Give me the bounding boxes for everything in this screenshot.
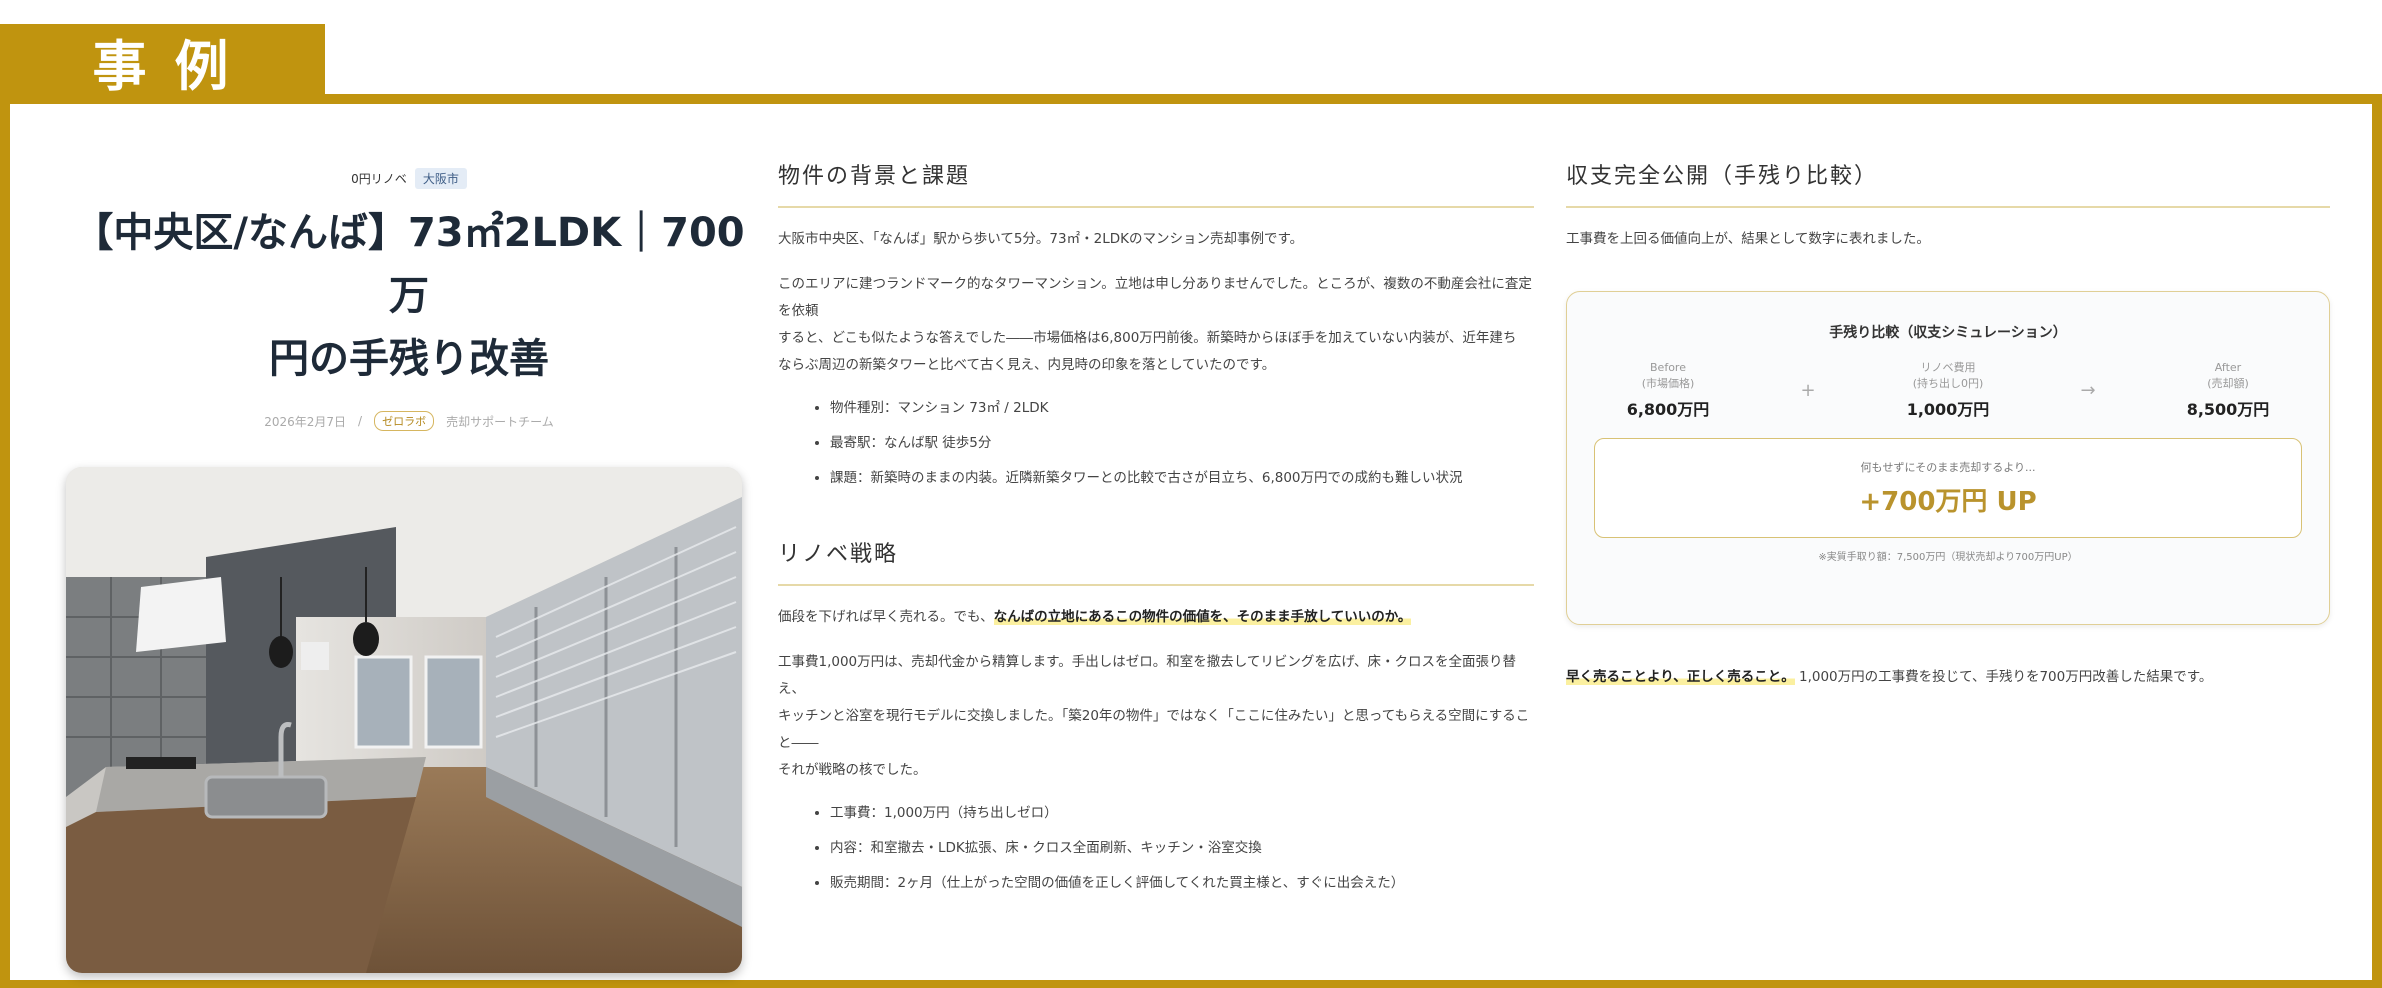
- tag-osaka[interactable]: 大阪市: [414, 167, 467, 189]
- brand-badge: ゼロラボ: [374, 411, 435, 431]
- highlight-text: 早く売ることより、正しく売ること。: [1566, 669, 1795, 685]
- footnote: ※実質手取り額：7,500万円（現状売却より700万円UP）: [1818, 552, 2078, 563]
- property-photo: [66, 467, 742, 973]
- section-title-financials: 収支完全公開（手残り比較）: [1566, 158, 2330, 208]
- article-header: 0円リノベ 大阪市 【中央区/なんば】73㎡2LDK｜700万 円の手残り改善 …: [66, 166, 752, 973]
- section-title-background: 物件の背景と課題: [778, 158, 1534, 208]
- tag-zero-reno[interactable]: 0円リノベ: [351, 170, 407, 187]
- background-and-strategy: 物件の背景と課題 大阪市中央区、「なんば」駅から歩いて5分。73㎡・2LDKのマ…: [778, 158, 1534, 901]
- publish-date: 2026年2月7日: [264, 414, 347, 429]
- after-price: After (売却額) 8,500万円: [2186, 361, 2270, 419]
- background-paragraph: このエリアに建つランドマーク的なタワーマンション。立地は申し分ありませんでした。…: [778, 276, 1532, 373]
- financial-disclosure: 収支完全公開（手残り比較） 工事費を上回る価値向上が、結果として数字に表れました…: [1566, 158, 2330, 685]
- title-line-1: 【中央区/なんば】73㎡2LDK｜700万: [73, 210, 745, 319]
- article-meta: 2026年2月7日 / ゼロラボ 売却サポートチーム: [66, 411, 752, 431]
- list-item: 内容：和室撤去・LDK拡張、床・クロス全面刷新、キッチン・浴室交換: [830, 831, 1534, 866]
- list-item: 最寄駅：なんば駅 徒歩5分: [830, 426, 1534, 461]
- result-box: 何もせずにそのまま売却するより... +700万円 UP: [1594, 438, 2302, 538]
- author: 売却サポートチーム: [446, 414, 554, 429]
- renovation-cost: リノベ費用 (持ち出し0円) 1,000万円: [1906, 361, 1990, 419]
- list-item: 販売期間：2ヶ月（仕上がった空間の価値を正しく評価してくれた買主様と、すぐに出会…: [830, 866, 1534, 901]
- result-caption: 何もせずにそのまま売却するより...: [1860, 461, 2036, 474]
- section-title-strategy: リノベ戦略: [778, 536, 1534, 586]
- conclusion: 早く売ることより、正しく売ること。 1,000万円の工事費を投じて、手残りを70…: [1566, 669, 2213, 685]
- list-item: 物件種別：マンション 73㎡ / 2LDK: [830, 391, 1534, 426]
- highlight-text: なんばの立地にあるこの物件の価値を、そのまま手放していいのか。: [993, 609, 1412, 625]
- article-title: 【中央区/なんば】73㎡2LDK｜700万 円の手残り改善: [66, 202, 752, 391]
- arrow-right-icon: →: [2080, 379, 2096, 401]
- interior-illustration: [66, 467, 742, 973]
- tag-list: 0円リノベ 大阪市: [66, 166, 752, 190]
- strategy-lead: 価段を下げれば早く売れる。でも、なんばの立地にあるこの物件の価値を、そのまま手放…: [778, 609, 1412, 625]
- meta-separator: /: [358, 414, 363, 428]
- financials-intro: 工事費を上回る価値向上が、結果として数字に表れました。: [1566, 231, 1930, 247]
- section-heading: 事例: [0, 24, 325, 98]
- price-flow: Before (市場価格) 6,800万円 + リノベ費用 (持ち出し0円) 1…: [1567, 360, 2329, 420]
- intro-paragraph: 大阪市中央区、「なんば」駅から歩いて5分。73㎡・2LDKのマンション売却事例で…: [778, 231, 1304, 247]
- title-line-2: 円の手残り改善: [269, 336, 549, 382]
- list-item: 工事費：1,000万円（持ち出しゼロ）: [830, 796, 1534, 831]
- property-facts: 物件種別：マンション 73㎡ / 2LDK 最寄駅：なんば駅 徒歩5分 課題：新…: [778, 391, 1534, 496]
- simulation-card: 手残り比較（収支シミュレーション） Before (市場価格) 6,800万円 …: [1566, 291, 2330, 625]
- card-title: 手残り比較（収支シミュレーション）: [1829, 325, 2067, 341]
- result-value: +700万円 UP: [1859, 487, 2037, 517]
- strategy-paragraph: 工事費1,000万円は、売却代金から精算します。手出しはゼロ。和室を撤去してリビ…: [778, 654, 1530, 778]
- before-price: Before (市場価格) 6,800万円: [1626, 361, 1710, 419]
- strategy-facts: 工事費：1,000万円（持ち出しゼロ） 内容：和室撤去・LDK拡張、床・クロス全…: [778, 796, 1534, 901]
- case-study-frame: 0円リノベ 大阪市 【中央区/なんば】73㎡2LDK｜700万 円の手残り改善 …: [0, 94, 2382, 988]
- plus-icon: +: [1800, 379, 1816, 401]
- list-item: 課題：新築時のままの内装。近隣新築タワーとの比較で古さが目立ち、6,800万円で…: [830, 461, 1534, 496]
